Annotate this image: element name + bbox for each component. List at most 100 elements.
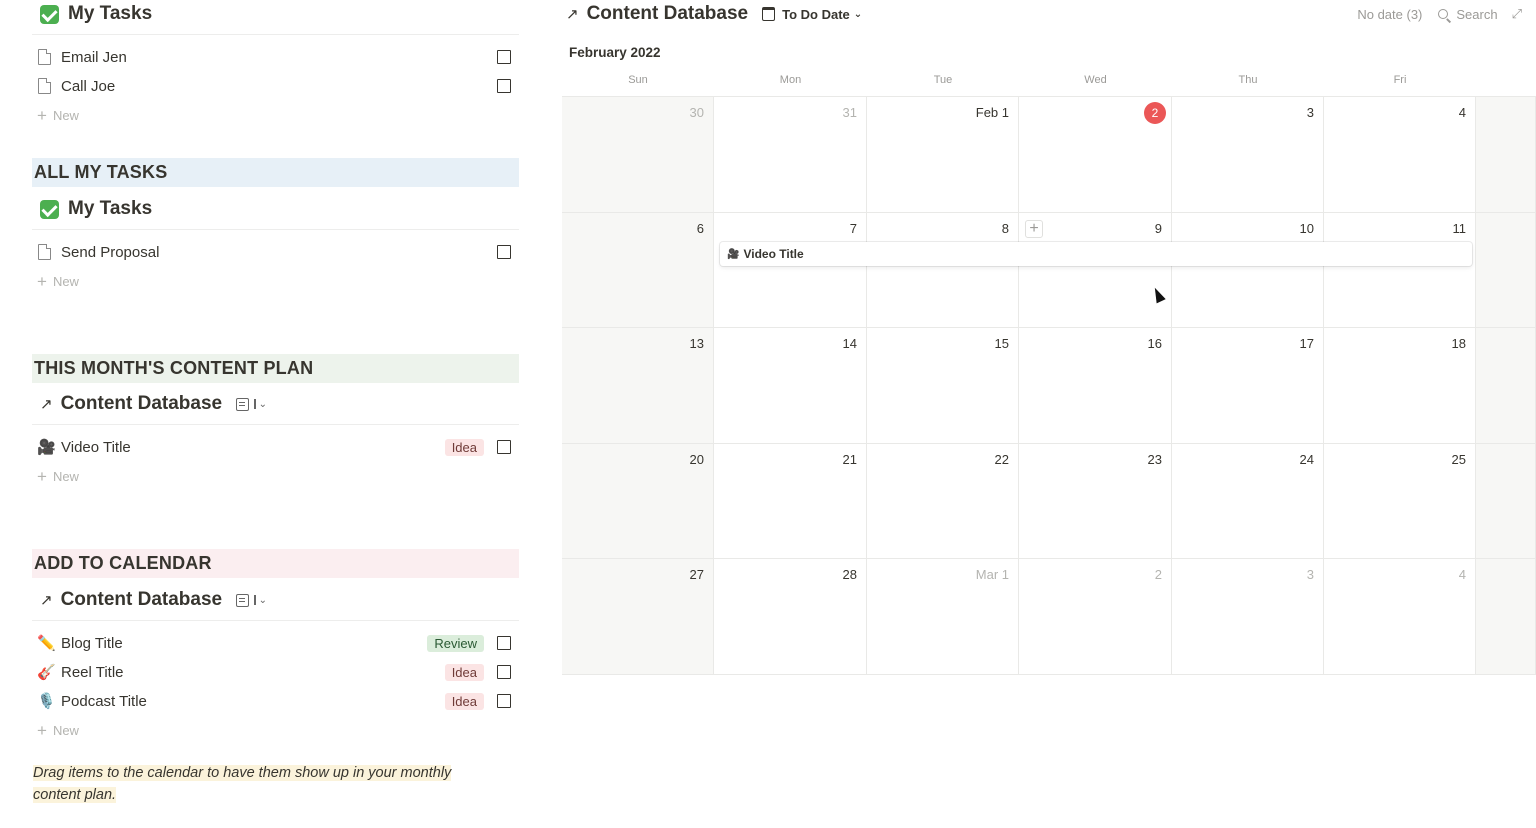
my-tasks-view-title[interactable]: My Tasks <box>40 0 152 28</box>
calendar-day-cell[interactable]: 25 <box>1324 443 1476 560</box>
new-task-button[interactable]: + New <box>37 270 79 292</box>
calendar-day-cell[interactable]: 2 <box>1019 97 1172 213</box>
weekday-label: Sun <box>628 74 648 86</box>
status-badge: Idea <box>444 438 484 456</box>
calendar-day-cell[interactable]: 10 <box>1172 212 1324 329</box>
add-event-icon[interactable]: + <box>1025 219 1043 238</box>
left-column: My Tasks Email Jen Call Joe + New ALL MY… <box>32 0 519 828</box>
event-label: Video Title <box>743 247 804 261</box>
search-icon[interactable] <box>1438 9 1449 19</box>
done-checkbox[interactable] <box>497 694 511 708</box>
day-number: 14 <box>842 336 857 352</box>
my-tasks-view-title[interactable]: My Tasks <box>40 195 152 223</box>
day-number: 21 <box>842 451 857 467</box>
task-row[interactable]: Email Jen <box>32 43 519 71</box>
calendar-day-cell[interactable]: 4 <box>1324 97 1476 213</box>
done-checkbox[interactable] <box>497 665 511 679</box>
content-row[interactable]: ✏️ Blog Title Review <box>32 629 519 657</box>
calendar-day-cell[interactable]: 31 <box>714 97 867 213</box>
day-number: 16 <box>1147 336 1162 352</box>
divider <box>32 229 519 230</box>
guitar-icon: 🎸 <box>37 664 56 681</box>
calendar-day-cell[interactable]: 24 <box>1172 443 1324 560</box>
day-number: 15 <box>994 336 1009 352</box>
calendar-day-cell[interactable]: 13 <box>562 328 714 444</box>
calendar-day-cell[interactable]: 4 <box>1324 559 1476 675</box>
done-checkbox[interactable] <box>497 636 511 650</box>
calendar-day-cell[interactable]: Feb 1 <box>867 97 1019 213</box>
calendar-day-cell[interactable]: 15 <box>867 328 1019 444</box>
month-label: February 2022 <box>569 45 661 60</box>
day-number: 27 <box>689 567 704 583</box>
calendar-day-cell[interactable]: 16 <box>1019 328 1172 444</box>
day-number: 25 <box>1451 451 1466 467</box>
calendar-day-cell[interactable] <box>1476 443 1536 560</box>
instruction-note: Drag items to the calendar to have them … <box>33 765 452 803</box>
calendar-day-cell[interactable]: 2 <box>1019 559 1172 675</box>
task-row[interactable]: Send Proposal <box>32 238 519 266</box>
new-content-button[interactable]: + New <box>37 465 79 487</box>
done-checkbox[interactable] <box>497 50 511 64</box>
calendar-day-cell[interactable]: 3 <box>1172 559 1324 675</box>
content-label: Blog Title <box>61 634 123 652</box>
calendar-day-cell[interactable] <box>1476 559 1536 675</box>
calendar-day-cell[interactable]: 21 <box>714 443 867 560</box>
calendar-day-cell[interactable]: 11 <box>1324 212 1476 329</box>
calendar-day-cell[interactable]: 28 <box>714 559 867 675</box>
done-checkbox[interactable] <box>497 79 511 93</box>
calendar-day-cell[interactable]: Mar 1 <box>867 559 1019 675</box>
done-checkbox[interactable] <box>497 440 511 454</box>
calendar-day-cell[interactable]: 22 <box>867 443 1019 560</box>
calendar-day-cell[interactable]: 23 <box>1019 443 1172 560</box>
plus-icon: + <box>37 720 47 740</box>
calendar-day-cell[interactable] <box>1476 328 1536 444</box>
video-camera-icon: 🎥 <box>37 439 56 456</box>
day-number: 9 <box>1154 220 1162 236</box>
calendar-day-cell[interactable]: 9 + <box>1019 212 1172 329</box>
calendar-day-cell[interactable]: 27 <box>562 559 714 675</box>
calendar-day-cell[interactable]: 14 <box>714 328 867 444</box>
view-switcher[interactable]: ⌄ <box>236 397 267 411</box>
weekday-label: Wed <box>1084 74 1107 86</box>
calendar-day-cell[interactable]: 3 <box>1172 97 1324 213</box>
calendar-icon <box>762 7 776 21</box>
content-database-view-title[interactable]: ↗ Content Database ⌄ <box>40 586 267 614</box>
calendar-event[interactable]: 🎥 Video Title <box>720 242 1472 266</box>
section-header-all-my-tasks: ALL MY TASKS <box>32 158 519 187</box>
day-number: 7 <box>849 220 857 236</box>
view-switcher[interactable]: ⌄ <box>236 593 267 607</box>
day-number: 28 <box>842 567 857 583</box>
new-task-button[interactable]: + New <box>37 104 79 126</box>
calendar-day-cell[interactable]: 30 <box>562 97 714 213</box>
calendar-day-cell[interactable] <box>1476 212 1536 329</box>
content-row[interactable]: 🎸 Reel Title Idea <box>32 658 519 686</box>
calendar-day-cell[interactable] <box>1476 97 1536 213</box>
calendar-day-cell[interactable]: 18 <box>1324 328 1476 444</box>
arrow-up-right-icon: ↗ <box>566 6 579 23</box>
no-date-button[interactable]: No date (3) <box>1357 7 1422 22</box>
search-button[interactable]: Search <box>1456 7 1497 22</box>
calendar-day-cell[interactable]: 17 <box>1172 328 1324 444</box>
day-number: 22 <box>994 451 1009 467</box>
content-database-view-title[interactable]: ↗ Content Database ⌄ <box>40 390 267 418</box>
calendar-title[interactable]: Content Database <box>587 3 749 25</box>
calendar-day-cell[interactable]: 8 <box>867 212 1019 329</box>
check-mark-icon <box>40 4 59 24</box>
chevron-down-icon: ⌄ <box>258 594 267 606</box>
calendar-day-cell[interactable]: 20 <box>562 443 714 560</box>
pencil-icon: ✏️ <box>37 635 56 652</box>
page-icon <box>38 244 51 260</box>
content-row[interactable]: 🎥 Video Title Idea <box>32 433 519 461</box>
calendar-day-cell[interactable]: 6 <box>562 212 714 329</box>
expand-icon[interactable]: ⤢ <box>1512 6 1522 22</box>
done-checkbox[interactable] <box>497 245 511 259</box>
plus-icon: + <box>37 466 47 486</box>
view-selector[interactable]: To Do Date ⌄ <box>762 7 862 22</box>
calendar-day-cell[interactable]: 7 <box>714 212 867 329</box>
chevron-down-icon: ⌄ <box>258 398 267 410</box>
new-content-button[interactable]: + New <box>37 719 79 741</box>
content-row[interactable]: 🎙️ Podcast Title Idea <box>32 687 519 715</box>
task-row[interactable]: Call Joe <box>32 72 519 100</box>
day-number: 4 <box>1458 567 1466 583</box>
day-number: 23 <box>1147 451 1162 467</box>
